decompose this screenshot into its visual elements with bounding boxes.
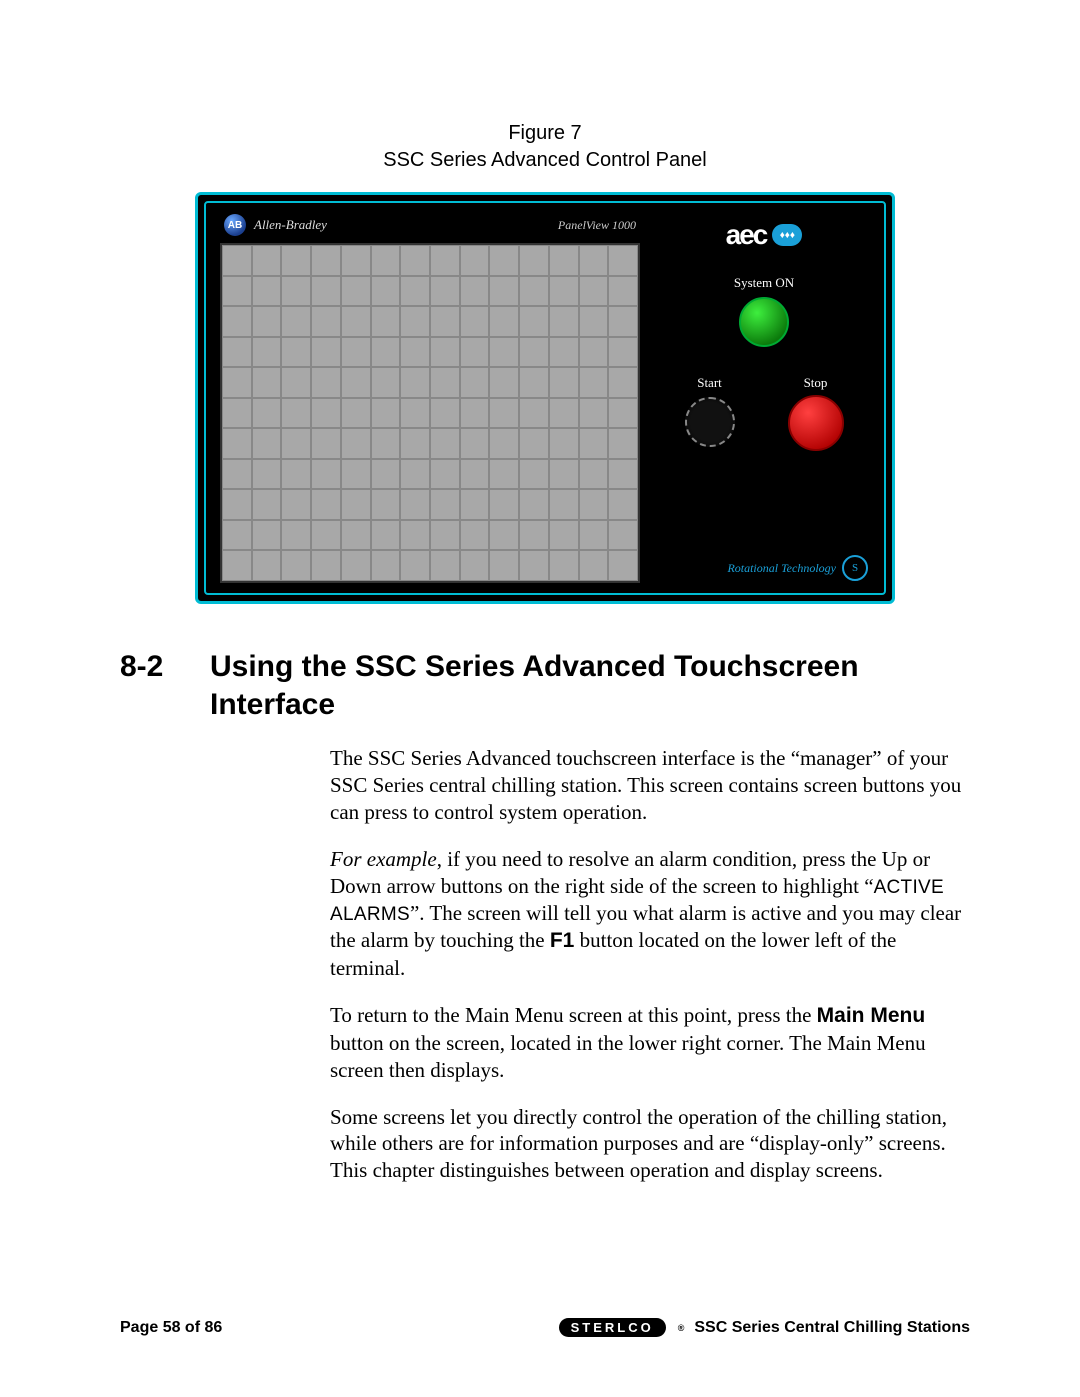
ab-brand-text: Allen-Bradley — [254, 217, 327, 233]
panel-outer-bezel: AB Allen-Bradley PanelView 1000 — [195, 192, 895, 604]
touchscreen-area: AB Allen-Bradley PanelView 1000 — [220, 213, 640, 583]
start-column: Start — [685, 375, 735, 451]
panelview-model: PanelView 1000 — [558, 218, 636, 233]
p2-lead: For example — [330, 847, 437, 871]
p2-key: F1 — [550, 929, 575, 952]
paragraph-4: Some screens let you directly control th… — [330, 1104, 970, 1185]
paragraph-3: To return to the Main Menu screen at thi… — [330, 1002, 970, 1084]
footer-doc-title: SSC Series Central Chilling Stations — [694, 1319, 970, 1337]
rot-tech-text: Rotational Technology — [727, 561, 836, 576]
page-number: Page 58 of 86 — [120, 1319, 222, 1337]
figure-label: Figure 7 — [508, 122, 581, 144]
document-page: Figure 7 SSC Series Advanced Control Pan… — [0, 0, 1080, 1397]
aec-drops-icon: ♦♦♦ — [772, 224, 802, 246]
footer-right: STERLCO ® SSC Series Central Chilling St… — [559, 1318, 970, 1337]
start-label: Start — [697, 375, 722, 391]
p3-key: Main Menu — [817, 1004, 926, 1027]
system-on-label: System ON — [734, 275, 794, 291]
aec-logo-text: aec — [726, 219, 767, 251]
registered-mark: ® — [678, 1323, 685, 1333]
section-number: 8-2 — [120, 648, 210, 723]
ab-badge-icon: AB — [224, 214, 246, 236]
stop-label: Stop — [804, 375, 828, 391]
stop-column: Stop — [788, 375, 844, 451]
screen-header: AB Allen-Bradley PanelView 1000 — [220, 213, 640, 243]
aec-logo: aec ♦♦♦ — [726, 219, 803, 251]
rot-tech-seal-icon: S — [842, 555, 868, 581]
section-title: Using the SSC Series Advanced Touchscree… — [210, 648, 970, 723]
panel-inner: AB Allen-Bradley PanelView 1000 — [204, 201, 886, 595]
start-stop-row: Start Stop — [658, 375, 870, 451]
sterlco-text: STERLCO — [571, 1320, 654, 1335]
section-heading: 8-2 Using the SSC Series Advanced Touchs… — [120, 648, 970, 723]
touchscreen-grid[interactable] — [220, 243, 640, 583]
paragraph-1: The SSC Series Advanced touchscreen inte… — [330, 745, 970, 826]
panel-controls: aec ♦♦♦ System ON Start Stop — [658, 213, 870, 583]
p3-b: button on the screen, located in the low… — [330, 1031, 926, 1082]
page-footer: Page 58 of 86 STERLCO ® SSC Series Centr… — [120, 1318, 970, 1337]
system-on-indicator — [739, 297, 789, 347]
sterlco-logo: STERLCO — [559, 1318, 666, 1337]
paragraph-2: For example, if you need to resolve an a… — [330, 846, 970, 982]
stop-button[interactable] — [788, 395, 844, 451]
start-button[interactable] — [685, 397, 735, 447]
p3-a: To return to the Main Menu screen at thi… — [330, 1003, 817, 1027]
figure-caption: Figure 7 SSC Series Advanced Control Pan… — [120, 120, 970, 174]
body-text: The SSC Series Advanced touchscreen inte… — [330, 745, 970, 1184]
rotational-technology-badge: Rotational Technology S — [727, 555, 868, 581]
control-panel-figure: AB Allen-Bradley PanelView 1000 — [195, 192, 895, 604]
allen-bradley-logo: AB Allen-Bradley — [224, 214, 327, 236]
figure-title: SSC Series Advanced Control Panel — [383, 149, 707, 171]
